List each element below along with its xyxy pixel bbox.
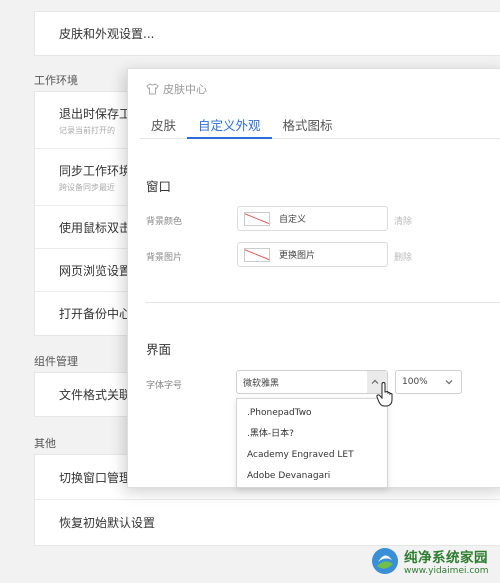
- bg-image-label: 背景图片: [146, 253, 183, 263]
- bg-image-field[interactable]: 更换图片: [237, 242, 388, 267]
- bg-color-value: 自定义: [279, 215, 307, 225]
- font-size-select[interactable]: 100%: [395, 370, 462, 394]
- watermark-text: 纯净系统家园 www.yidaimei.com: [404, 546, 489, 576]
- dialog-title-text: 皮肤中心: [163, 83, 207, 96]
- bg-image-value: 更换图片: [279, 251, 316, 261]
- image-swatch-icon: [244, 247, 270, 262]
- font-family-value: 微软雅黑: [243, 378, 280, 389]
- color-swatch-icon: [244, 211, 270, 226]
- dialog-tabs: 皮肤 自定义外观 格式图标: [140, 109, 500, 139]
- site-watermark: 纯净系统家园 www.yidaimei.com: [370, 546, 489, 576]
- font-option[interactable]: .黑体-日本?: [237, 424, 387, 445]
- shirt-icon: [146, 83, 159, 95]
- tab-custom-appearance[interactable]: 自定义外观: [187, 109, 272, 139]
- appearance-settings-row[interactable]: 皮肤和外观设置...: [35, 12, 500, 55]
- window-section-title: 窗口: [146, 179, 172, 194]
- watermark-logo-icon: [372, 548, 398, 574]
- list-item-restore-defaults[interactable]: 恢复初始默认设置: [35, 500, 500, 545]
- font-option[interactable]: .PhonepadTwo: [237, 403, 387, 424]
- font-label: 字体字号: [146, 381, 183, 391]
- section-title-work-env: 工作环境: [34, 74, 78, 87]
- font-family-select[interactable]: 微软雅黑: [236, 370, 388, 394]
- delete-image-link[interactable]: 删除: [394, 250, 412, 263]
- appearance-settings-label: 皮肤和外观设置...: [59, 27, 155, 41]
- font-dropdown-list: .PhonepadTwo .黑体-日本? Academy Engraved LE…: [236, 398, 388, 488]
- watermark-url: www.yidaimei.com: [404, 566, 489, 576]
- hand-cursor-icon: [376, 382, 393, 407]
- interface-section-title: 界面: [146, 342, 172, 357]
- bg-color-label: 背景颜色: [146, 217, 183, 227]
- section-title-components: 组件管理: [34, 355, 78, 368]
- tab-skin[interactable]: 皮肤: [140, 109, 187, 139]
- tab-format-icons[interactable]: 格式图标: [272, 109, 344, 139]
- bg-color-field[interactable]: 自定义: [237, 206, 388, 231]
- list-item-title: 恢复初始默认设置: [59, 516, 156, 530]
- dialog-title: 皮肤中心: [146, 81, 207, 97]
- appearance-settings-card: 皮肤和外观设置...: [34, 11, 500, 56]
- section-title-other: 其他: [34, 437, 56, 450]
- font-option[interactable]: Academy Engraved LET: [237, 445, 387, 466]
- skin-center-dialog: 皮肤中心 皮肤 自定义外观 格式图标 窗口 背景颜色 自定义 清除 背景图片 更…: [127, 68, 500, 488]
- chevron-down-icon: [445, 380, 453, 385]
- font-option[interactable]: Adobe Devanagari: [237, 466, 387, 487]
- section-divider: [146, 302, 500, 303]
- watermark-name: 纯净系统家园: [404, 550, 488, 566]
- clear-color-link[interactable]: 清除: [394, 214, 412, 227]
- font-size-value: 100%: [402, 377, 428, 387]
